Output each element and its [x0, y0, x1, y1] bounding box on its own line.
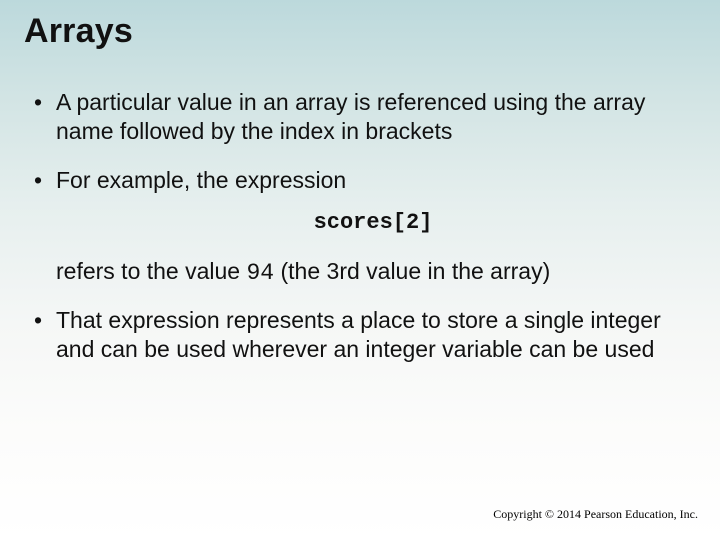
bullet-1: • A particular value in an array is refe…: [30, 88, 690, 146]
bullet-2: • For example, the expression: [30, 166, 690, 195]
cont-prefix: refers to the value: [56, 258, 247, 284]
cont-value: 94: [247, 260, 275, 286]
bullet-3-text: That expression represents a place to st…: [56, 306, 690, 364]
bullet-1-text: A particular value in an array is refere…: [56, 88, 690, 146]
slide-content: • A particular value in an array is refe…: [30, 88, 690, 384]
slide: Arrays • A particular value in an array …: [0, 0, 720, 540]
bullet-dot-icon: •: [30, 306, 56, 335]
bullet-dot-icon: •: [30, 88, 56, 117]
code-expr: scores[2]: [56, 210, 690, 235]
bullet-3: • That expression represents a place to …: [30, 306, 690, 364]
bullet-2-text: For example, the expression: [56, 166, 690, 195]
bullet-dot-icon: •: [30, 166, 56, 195]
cont-suffix: (the 3rd value in the array): [274, 258, 550, 284]
copyright-footer: Copyright © 2014 Pearson Education, Inc.: [493, 507, 698, 522]
bullet-2-continuation: refers to the value 94 (the 3rd value in…: [56, 257, 690, 288]
slide-title: Arrays: [24, 12, 133, 51]
